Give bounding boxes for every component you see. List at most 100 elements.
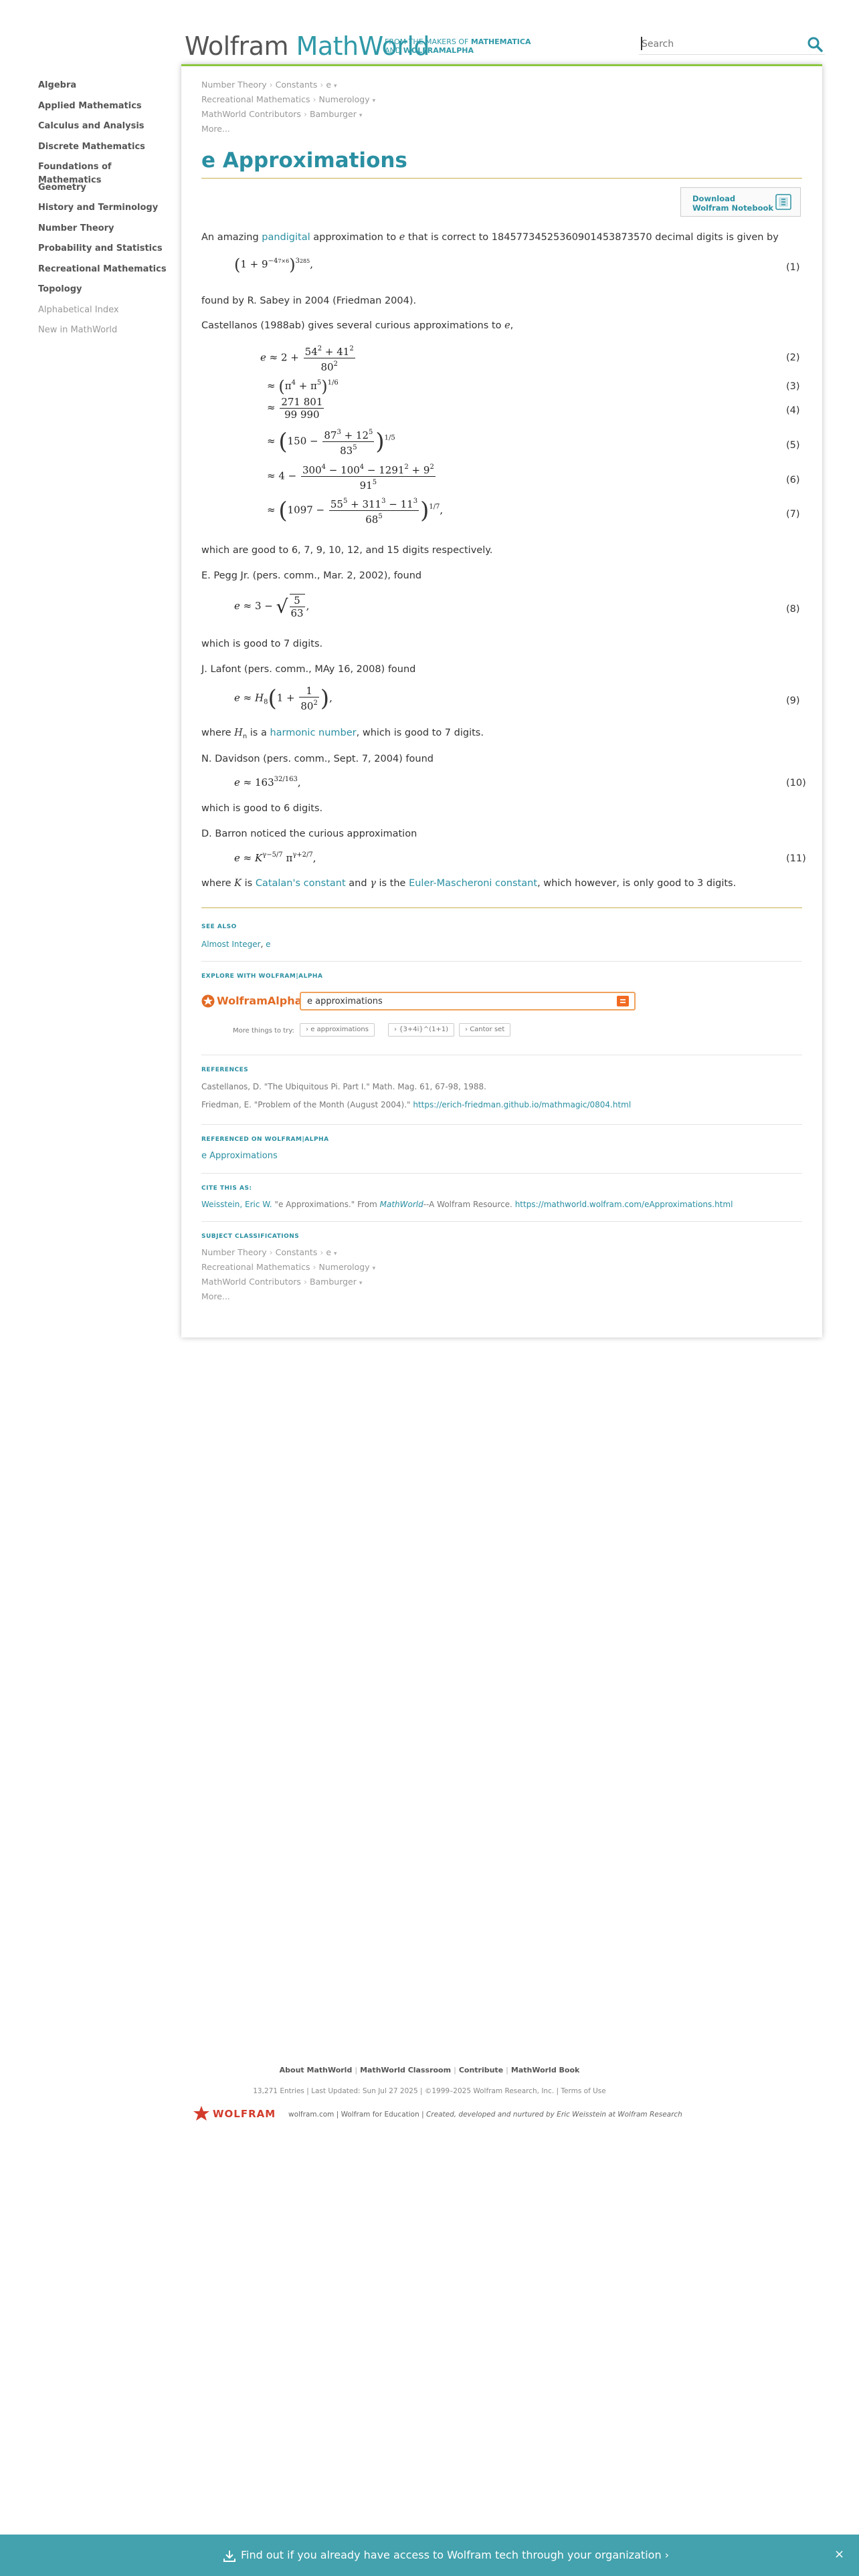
classification-link[interactable]: Bamburger xyxy=(310,1277,357,1287)
wolfram-logo-icon[interactable] xyxy=(193,2105,210,2123)
wolfram-brand-text[interactable]: WOLFRAM xyxy=(213,2108,276,2120)
harmonic-number-link[interactable]: harmonic number xyxy=(270,728,356,738)
more-link[interactable]: More... xyxy=(201,123,375,138)
topic-sidebar: Algebra Applied Mathematics Calculus and… xyxy=(38,79,172,344)
breadcrumb-link[interactable]: MathWorld Contributors xyxy=(201,109,301,119)
paragraph-castellanos: Castellanos (1988ab) gives several curio… xyxy=(201,320,514,331)
equation-number: (9) xyxy=(786,695,800,706)
paragraph-seven-digits: which is good to 7 digits. xyxy=(201,639,323,649)
breadcrumb-link[interactable]: Constants xyxy=(276,80,318,90)
equals-icon xyxy=(620,999,626,1003)
e-link[interactable]: e xyxy=(266,940,270,949)
classification-breadcrumbs: Number Theory › Constants › e ▾ Recreational … xyxy=(201,1247,375,1305)
friedman-url-link[interactable]: https://erich-friedman.github.io/mathmag… xyxy=(413,1100,631,1109)
mathworld-link[interactable]: MathWorld xyxy=(380,1200,423,1209)
sidebar-item-discrete-mathematics[interactable]: Discrete Mathematics xyxy=(38,140,172,161)
equation-3: ≈ (π4 + π5)1/6 xyxy=(267,377,339,396)
suggestion-chip[interactable]: › e approximations xyxy=(300,1023,375,1037)
sidebar-item-algebra[interactable]: Algebra xyxy=(38,79,172,100)
paragraph-six-digits: which is good to 6 digits. xyxy=(201,803,323,814)
chevron-down-icon[interactable]: ▾ xyxy=(373,98,376,104)
wolframalpha-query-input[interactable] xyxy=(300,992,636,1010)
equation-7: ≈ (1097 − 555 + 3113 − 113 685)1/7, xyxy=(267,496,443,526)
access-banner[interactable]: Find out if you already have access to W… xyxy=(0,2535,859,2576)
pandigital-link[interactable]: pandigital xyxy=(262,232,310,243)
download-notebook-label: Download Wolfram Notebook xyxy=(692,194,774,213)
paragraph-catalan: where K is Catalan's constant and γ is t… xyxy=(201,878,737,889)
access-banner-text[interactable]: Find out if you already have access to W… xyxy=(241,2549,669,2561)
breadcrumb: Number Theory › Constants › e ▾ Recreational … xyxy=(201,79,375,138)
title-divider xyxy=(201,178,802,179)
catalans-constant-link[interactable]: Catalan's constant xyxy=(256,878,346,889)
footer-link[interactable]: MathWorld Classroom xyxy=(360,2066,451,2074)
chevron-down-icon[interactable]: ▾ xyxy=(334,83,337,90)
classification-link[interactable]: Recreational Mathematics xyxy=(201,1262,310,1272)
classification-line: Recreational Mathematics › Numerology ▾ xyxy=(201,1262,376,1272)
sidebar-item-applied-mathematics[interactable]: Applied Mathematics xyxy=(38,100,172,120)
sidebar-item-foundations-of-mathematics[interactable]: Foundations of Mathematics xyxy=(38,160,172,185)
chevron-down-icon[interactable]: ▾ xyxy=(334,1251,337,1257)
breadcrumb-link[interactable]: Bamburger xyxy=(310,109,357,119)
equation-8: e ≈ 3 − √ 5 63, xyxy=(234,594,310,619)
equation-1: (1 + 9−47×6)3285, xyxy=(234,255,314,274)
more-things-label: More things to try: xyxy=(233,1027,294,1035)
footer-link[interactable]: Contribute xyxy=(459,2066,503,2074)
sidebar-item-geometry[interactable]: Geometry xyxy=(38,181,172,202)
more-link[interactable]: More... xyxy=(201,1291,375,1305)
e-approximations-wa-link[interactable]: e Approximations xyxy=(201,1151,278,1161)
sidebar-item-probability-and-statistics[interactable]: Probability and Statistics xyxy=(38,242,172,263)
sidebar-item-topology[interactable]: Topology xyxy=(38,283,172,304)
chevron-down-icon[interactable]: ▾ xyxy=(359,1280,363,1287)
search-input[interactable] xyxy=(639,33,825,55)
classification-link[interactable]: Numerology xyxy=(319,1262,370,1272)
footer-brand: WOLFRAM wolfram.com | Wolfram for Educat… xyxy=(193,2105,682,2124)
breadcrumb-link[interactable]: e xyxy=(326,80,331,90)
citation-url-link[interactable]: https://mathworld.wolfram.com/eApproxima… xyxy=(515,1200,733,1209)
paragraph-pegg: E. Pegg Jr. (pers. comm., Mar. 2, 2002),… xyxy=(201,570,422,581)
author-link[interactable]: Weisstein, Eric W. xyxy=(201,1200,272,1209)
sidebar-item-new-in-mathworld[interactable]: New in MathWorld xyxy=(38,324,172,344)
footer-link[interactable]: About MathWorld xyxy=(280,2066,353,2074)
equation-4: ≈ 271 801 99 990 xyxy=(267,396,324,421)
chevron-down-icon[interactable]: ▾ xyxy=(373,1265,376,1272)
suggestion-chip[interactable]: › Cantor set xyxy=(459,1023,511,1037)
breadcrumb-link[interactable]: Recreational Mathematics xyxy=(201,94,310,104)
chevron-down-icon[interactable]: ▾ xyxy=(359,112,363,119)
equation-number: (8) xyxy=(786,604,800,615)
search-caret xyxy=(641,37,642,50)
header-tagline: FROM THE MAKERS OF MATHEMATICA AND WOLFR… xyxy=(385,37,531,55)
classification-link[interactable]: MathWorld Contributors xyxy=(201,1277,301,1287)
sidebar-item-recreational-mathematics[interactable]: Recreational Mathematics xyxy=(38,263,172,284)
suggestion-chip[interactable]: › {3+4i}^(1+1) xyxy=(388,1023,455,1037)
equation-5: ≈ (150 − 873 + 125 835)1/5 xyxy=(267,427,395,457)
paragraph-harmonic: where Hn is a harmonic number, which is … xyxy=(201,728,484,740)
sidebar-item-history-and-terminology[interactable]: History and Terminology xyxy=(38,201,172,222)
euler-mascheroni-link[interactable]: Euler-Mascheroni constant xyxy=(409,878,537,889)
equation-9: e ≈ H8(1 + 1 802), xyxy=(234,685,332,712)
download-notebook-button[interactable]: Download Wolfram Notebook xyxy=(680,187,801,217)
see-also-heading: SEE ALSO xyxy=(201,924,237,930)
section-divider xyxy=(201,961,802,962)
classification-link[interactable]: e xyxy=(326,1247,331,1257)
page-title: e Approximations xyxy=(201,148,407,173)
wolframalpha-logo[interactable]: WolframAlpha xyxy=(201,994,302,1008)
paragraph-davidson: N. Davidson (pers. comm., Sept. 7, 2004)… xyxy=(201,754,434,764)
cite-heading: CITE THIS AS: xyxy=(201,1185,252,1192)
breadcrumb-link[interactable]: Numerology xyxy=(319,94,370,104)
breadcrumb-line: Number Theory › Constants › e ▾ xyxy=(201,80,337,90)
wolframalpha-submit-button[interactable] xyxy=(617,996,629,1006)
almost-integer-link[interactable]: Almost Integer xyxy=(201,940,261,949)
equation-number: (10) xyxy=(786,778,806,788)
section-divider xyxy=(201,1124,802,1125)
classification-link[interactable]: Constants xyxy=(276,1247,318,1257)
sidebar-item-number-theory[interactable]: Number Theory xyxy=(38,222,172,243)
search-icon[interactable] xyxy=(806,35,824,53)
reference-castellanos: Castellanos, D. "The Ubiquitous Pi. Part… xyxy=(201,1082,486,1091)
breadcrumb-link[interactable]: Number Theory xyxy=(201,80,267,90)
sidebar-item-alphabetical-index[interactable]: Alphabetical Index xyxy=(38,304,172,324)
breadcrumb-line: MathWorld Contributors › Bamburger ▾ xyxy=(201,109,363,119)
sidebar-item-calculus-and-analysis[interactable]: Calculus and Analysis xyxy=(38,120,172,140)
classification-link[interactable]: Number Theory xyxy=(201,1247,267,1257)
footer-link[interactable]: MathWorld Book xyxy=(511,2066,579,2074)
close-icon[interactable]: × xyxy=(834,2547,844,2561)
